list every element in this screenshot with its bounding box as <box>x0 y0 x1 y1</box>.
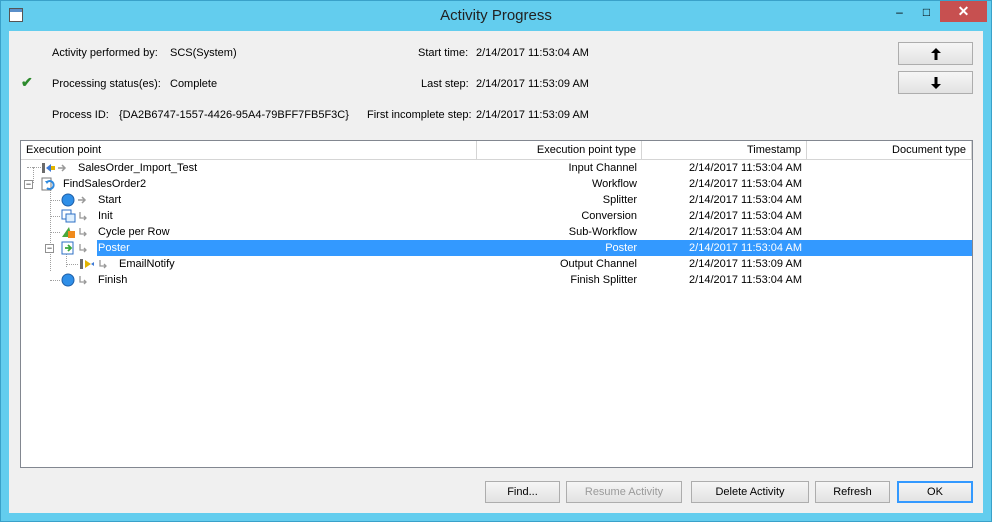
row-type: Splitter <box>602 194 637 206</box>
start-time-label: Start time: <box>418 47 469 59</box>
performed-by-value: SCS(System) <box>170 47 237 59</box>
move-up-button[interactable] <box>898 42 973 65</box>
finish-splitter-icon <box>61 273 87 287</box>
resume-activity-button[interactable]: Resume Activity <box>566 481 682 503</box>
row-timestamp: 2/14/2017 11:53:04 AM <box>689 162 802 174</box>
output-channel-icon <box>79 257 107 271</box>
row-type: Input Channel <box>568 162 638 174</box>
checkmark-icon: ✔ <box>21 74 33 90</box>
ok-button[interactable]: OK <box>897 481 973 503</box>
row-timestamp: 2/14/2017 11:53:04 AM <box>689 178 802 190</box>
tree-line <box>50 216 60 217</box>
column-header-execution-point[interactable]: Execution point <box>21 141 477 159</box>
row-timestamp: 2/14/2017 11:53:04 AM <box>689 242 802 254</box>
collapse-toggle[interactable]: − <box>24 180 33 189</box>
maximize-button[interactable]: □ <box>913 1 940 22</box>
row-name: Init <box>98 210 113 222</box>
row-type: Workflow <box>591 178 637 190</box>
row-timestamp: 2/14/2017 11:53:04 AM <box>689 274 802 286</box>
first-incomplete-label: First incomplete step: <box>367 109 472 121</box>
row-timestamp: 2/14/2017 11:53:09 AM <box>689 258 802 270</box>
start-time-value: 2/14/2017 11:53:04 AM <box>476 47 589 59</box>
poster-icon <box>61 241 87 255</box>
row-type: Conversion <box>581 210 637 222</box>
column-header-type[interactable]: Execution point type <box>477 141 642 159</box>
row-type: Finish Splitter <box>570 274 637 286</box>
splitter-icon <box>61 193 87 207</box>
process-id-label: Process ID: <box>52 109 109 121</box>
table-row[interactable]: Cycle per Row Sub-Workflow 2/14/2017 11:… <box>21 224 972 240</box>
first-incomplete-value: 2/14/2017 11:53:09 AM <box>476 109 589 121</box>
table-row[interactable]: SalesOrder_Import_Test Input Channel 2/1… <box>21 160 972 176</box>
dialog-client: Activity performed by: SCS(System) ✔ Pro… <box>9 31 983 513</box>
row-name: Cycle per Row <box>98 226 170 238</box>
row-name: Finish <box>98 274 128 286</box>
sub-workflow-icon <box>61 225 87 239</box>
delete-activity-button[interactable]: Delete Activity <box>691 481 809 503</box>
status-value: Complete <box>170 78 218 90</box>
tree-line <box>66 264 78 265</box>
title-bar[interactable]: Activity Progress – □ ✕ <box>1 1 991 31</box>
last-step-value: 2/14/2017 11:53:09 AM <box>476 78 589 90</box>
tree-line <box>50 232 60 233</box>
row-name: Poster <box>98 242 130 254</box>
column-header-timestamp[interactable]: Timestamp <box>642 141 807 159</box>
activity-progress-window: Activity Progress – □ ✕ Activity perform… <box>0 0 992 522</box>
window-title: Activity Progress <box>440 7 552 24</box>
last-step-label: Last step: <box>421 78 469 90</box>
row-name: EmailNotify <box>119 258 175 270</box>
row-timestamp: 2/14/2017 11:53:04 AM <box>689 194 802 206</box>
tree-line <box>50 200 60 201</box>
arrow-down-icon <box>930 76 941 89</box>
tree-line <box>50 280 60 281</box>
row-timestamp: 2/14/2017 11:53:04 AM <box>689 210 802 222</box>
row-name: Start <box>98 194 122 206</box>
status-label: Processing status(es): <box>52 78 161 90</box>
row-type: Output Channel <box>559 258 637 270</box>
workflow-icon <box>41 177 55 191</box>
performed-by-label: Activity performed by: <box>52 47 158 59</box>
table-row[interactable]: − FindSalesOrder2 Workflow 2/14/2017 11:… <box>21 176 972 192</box>
execution-list[interactable]: Execution point Execution point type Tim… <box>20 140 973 468</box>
row-name: FindSalesOrder2 <box>63 178 147 190</box>
row-type: Poster <box>605 242 637 254</box>
process-id-value: {DA2B6747-1557-4426-95A4-79BFF7FB5F3C} <box>119 109 349 121</box>
table-row[interactable]: Start Splitter 2/14/2017 11:53:04 AM <box>21 192 972 208</box>
arrow-up-icon <box>930 47 941 60</box>
column-header-document-type[interactable]: Document type <box>807 141 972 159</box>
minimize-button[interactable]: – <box>886 1 913 22</box>
find-button[interactable]: Find... <box>485 481 560 503</box>
list-header: Execution point Execution point type Tim… <box>21 141 972 160</box>
table-row[interactable]: EmailNotify Output Channel 2/14/2017 11:… <box>21 256 972 272</box>
close-button[interactable]: ✕ <box>940 1 987 22</box>
table-row[interactable]: Finish Finish Splitter 2/14/2017 11:53:0… <box>21 272 972 288</box>
collapse-toggle[interactable]: − <box>45 244 54 253</box>
move-down-button[interactable] <box>898 71 973 94</box>
refresh-button[interactable]: Refresh <box>815 481 890 503</box>
conversion-icon <box>61 209 87 223</box>
row-type: Sub-Workflow <box>568 226 637 238</box>
table-row-selected[interactable]: − Poster Poster 2/14/2017 11:53:04 AM <box>21 240 972 256</box>
input-channel-icon <box>41 161 67 175</box>
table-row[interactable]: Init Conversion 2/14/2017 11:53:04 AM <box>21 208 972 224</box>
row-name: SalesOrder_Import_Test <box>78 162 198 174</box>
row-timestamp: 2/14/2017 11:53:04 AM <box>689 226 802 238</box>
